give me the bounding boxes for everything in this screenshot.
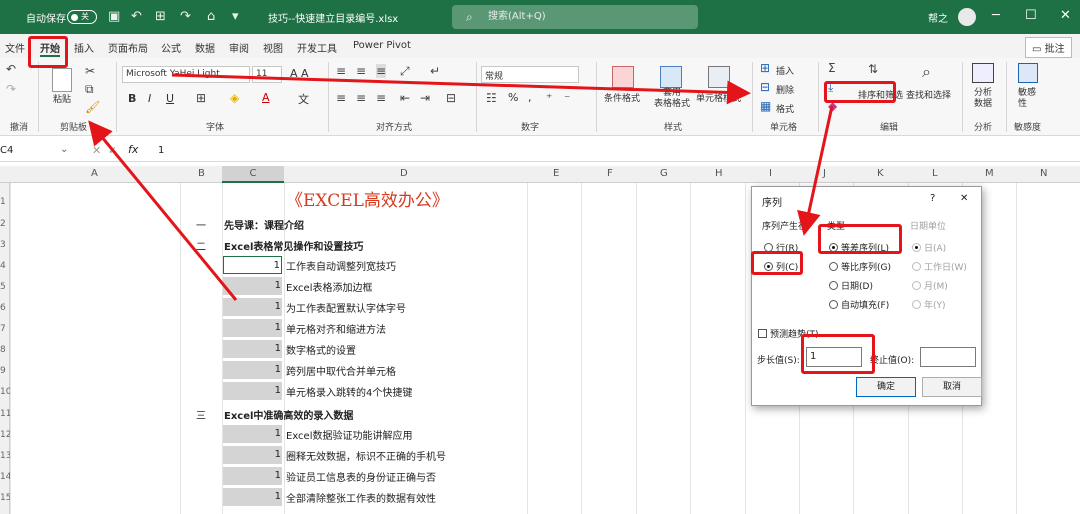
arrow-to-dialog (797, 105, 834, 236)
arrow-to-fill (171, 73, 751, 105)
annotation-arrows (88, 73, 834, 301)
arrow-to-clipboard (88, 120, 238, 301)
